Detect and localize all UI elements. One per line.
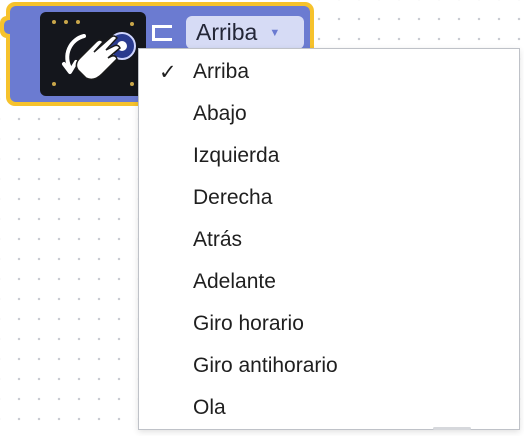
triangle-down-icon: ▼: [269, 26, 281, 39]
menu-item-derecha[interactable]: Derecha: [139, 177, 519, 219]
checkmark-icon: ✓: [159, 60, 177, 84]
menu-item-label: Giro horario: [193, 312, 304, 335]
menu-item-giro-horario[interactable]: Giro horario: [139, 303, 519, 345]
menu-item-giro-antihorario[interactable]: Giro antihorario: [139, 345, 519, 387]
connector-lines-icon: [150, 22, 180, 44]
menu-item-ola[interactable]: Ola: [139, 387, 519, 429]
menu-item-label: Izquierda: [193, 144, 280, 167]
menu-item-label: Atrás: [193, 228, 243, 251]
direction-dropdown[interactable]: Arriba ▼: [186, 16, 304, 49]
menu-item-abajo[interactable]: Abajo: [139, 93, 519, 135]
menu-item-label: Abajo: [193, 102, 247, 125]
menu-item-adelante[interactable]: Adelante: [139, 261, 519, 303]
menu-item-atras[interactable]: Atrás: [139, 219, 519, 261]
menu-item-label: Arriba: [193, 60, 250, 83]
menu-item-izquierda[interactable]: Izquierda: [139, 135, 519, 177]
menu-item-arriba[interactable]: ✓ Arriba: [139, 51, 519, 93]
menu-item-label: Derecha: [193, 186, 273, 209]
menu-item-label: Ola: [193, 396, 226, 419]
dropdown-value: Arriba: [196, 19, 258, 45]
menu-item-label: Giro antihorario: [193, 354, 338, 377]
menu-scrollbar[interactable]: [433, 427, 471, 430]
block-notch: [4, 20, 14, 34]
menu-item-label: Adelante: [193, 270, 276, 293]
dropdown-menu: ✓ Arriba Abajo Izquierda Derecha Atrás A…: [138, 48, 520, 430]
gesture-sensor-hand-icon: [40, 12, 146, 96]
